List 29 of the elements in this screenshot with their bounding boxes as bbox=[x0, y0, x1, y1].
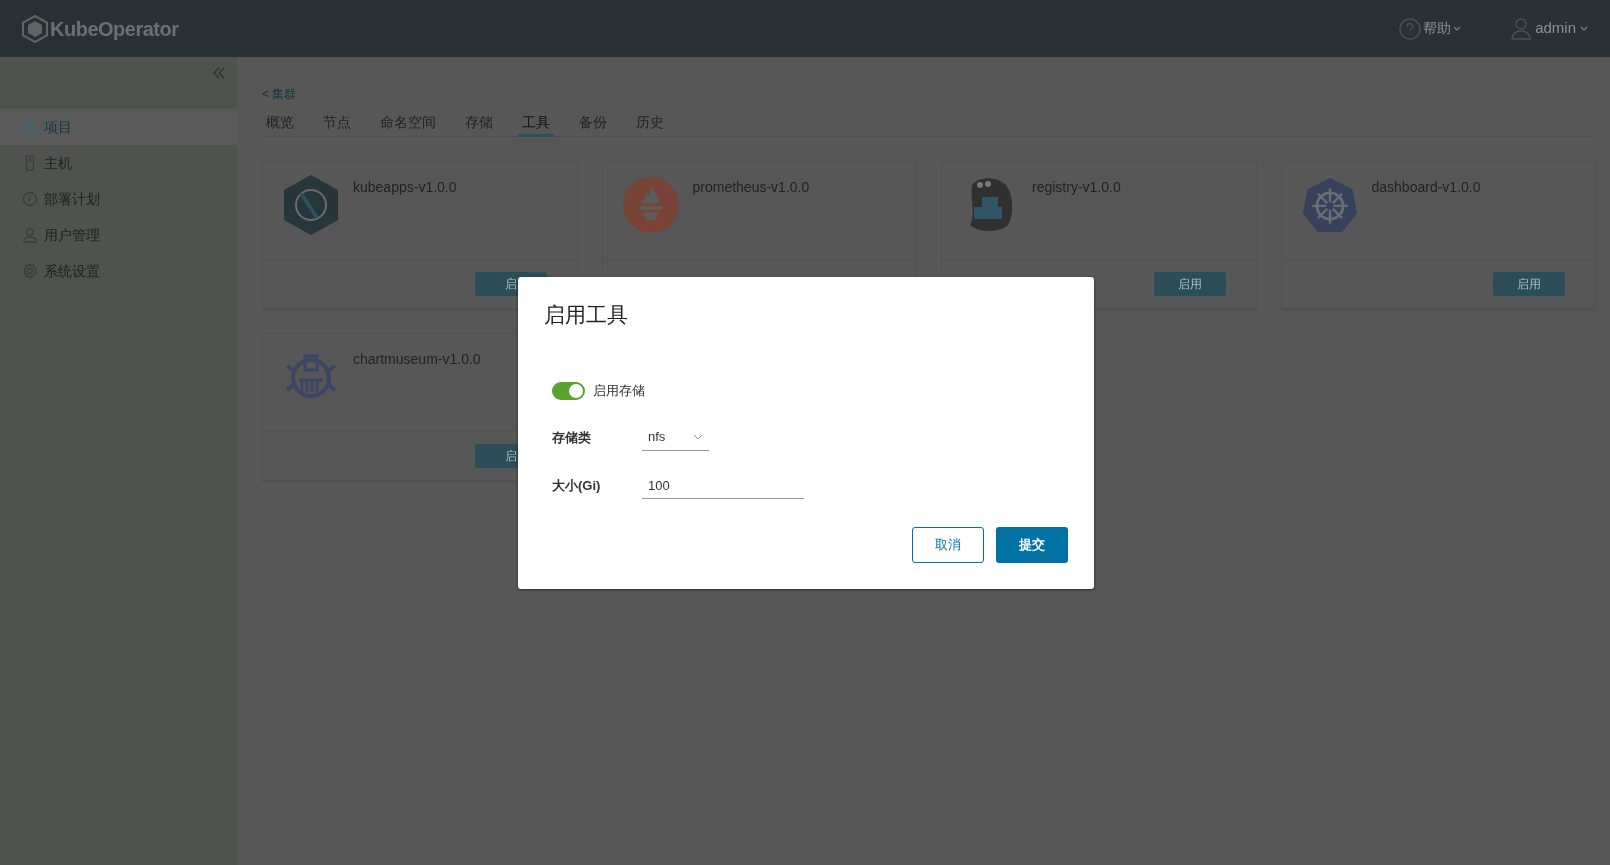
size-input[interactable]: 100 bbox=[642, 472, 804, 499]
user-menu[interactable]: admin bbox=[1511, 17, 1588, 40]
enable-button[interactable]: 启用 bbox=[1153, 272, 1226, 296]
brand-name: KubeOperator bbox=[50, 16, 179, 42]
help-menu[interactable]: 帮助 bbox=[1399, 17, 1462, 40]
user-icon bbox=[1511, 17, 1532, 40]
cancel-button[interactable]: 取消 bbox=[912, 526, 984, 563]
helm-wheel-icon bbox=[1301, 175, 1358, 235]
collapse-icon[interactable] bbox=[213, 67, 225, 79]
toggle-label: 启用存储 bbox=[593, 381, 645, 400]
sidebar-item[interactable]: 项目 bbox=[0, 109, 237, 145]
caret-icon bbox=[1580, 26, 1588, 31]
field-label: 大小(Gi) bbox=[552, 476, 602, 495]
hierarchy-icon bbox=[22, 119, 38, 135]
field-label: 存储类 bbox=[552, 428, 592, 447]
compass-hexagon-icon bbox=[283, 174, 339, 236]
enable-button[interactable]: 启用 bbox=[1493, 272, 1565, 296]
caret-icon bbox=[1453, 26, 1462, 31]
help-icon bbox=[1399, 17, 1422, 40]
hexagon-logo-icon bbox=[22, 14, 48, 43]
submit-button[interactable]: 提交 bbox=[996, 526, 1068, 563]
tab[interactable]: 工具 bbox=[518, 110, 554, 137]
flame-torch-icon bbox=[622, 175, 679, 235]
toggle-switch[interactable] bbox=[552, 381, 585, 400]
chevron-down-icon bbox=[693, 434, 703, 440]
sidebar-label: 项目 bbox=[44, 117, 72, 137]
storage-class-select[interactable]: nfs bbox=[642, 424, 709, 451]
breadcrumb-link[interactable]: < 集群 bbox=[262, 85, 1596, 103]
dialog-title: 启用工具 bbox=[544, 302, 629, 328]
